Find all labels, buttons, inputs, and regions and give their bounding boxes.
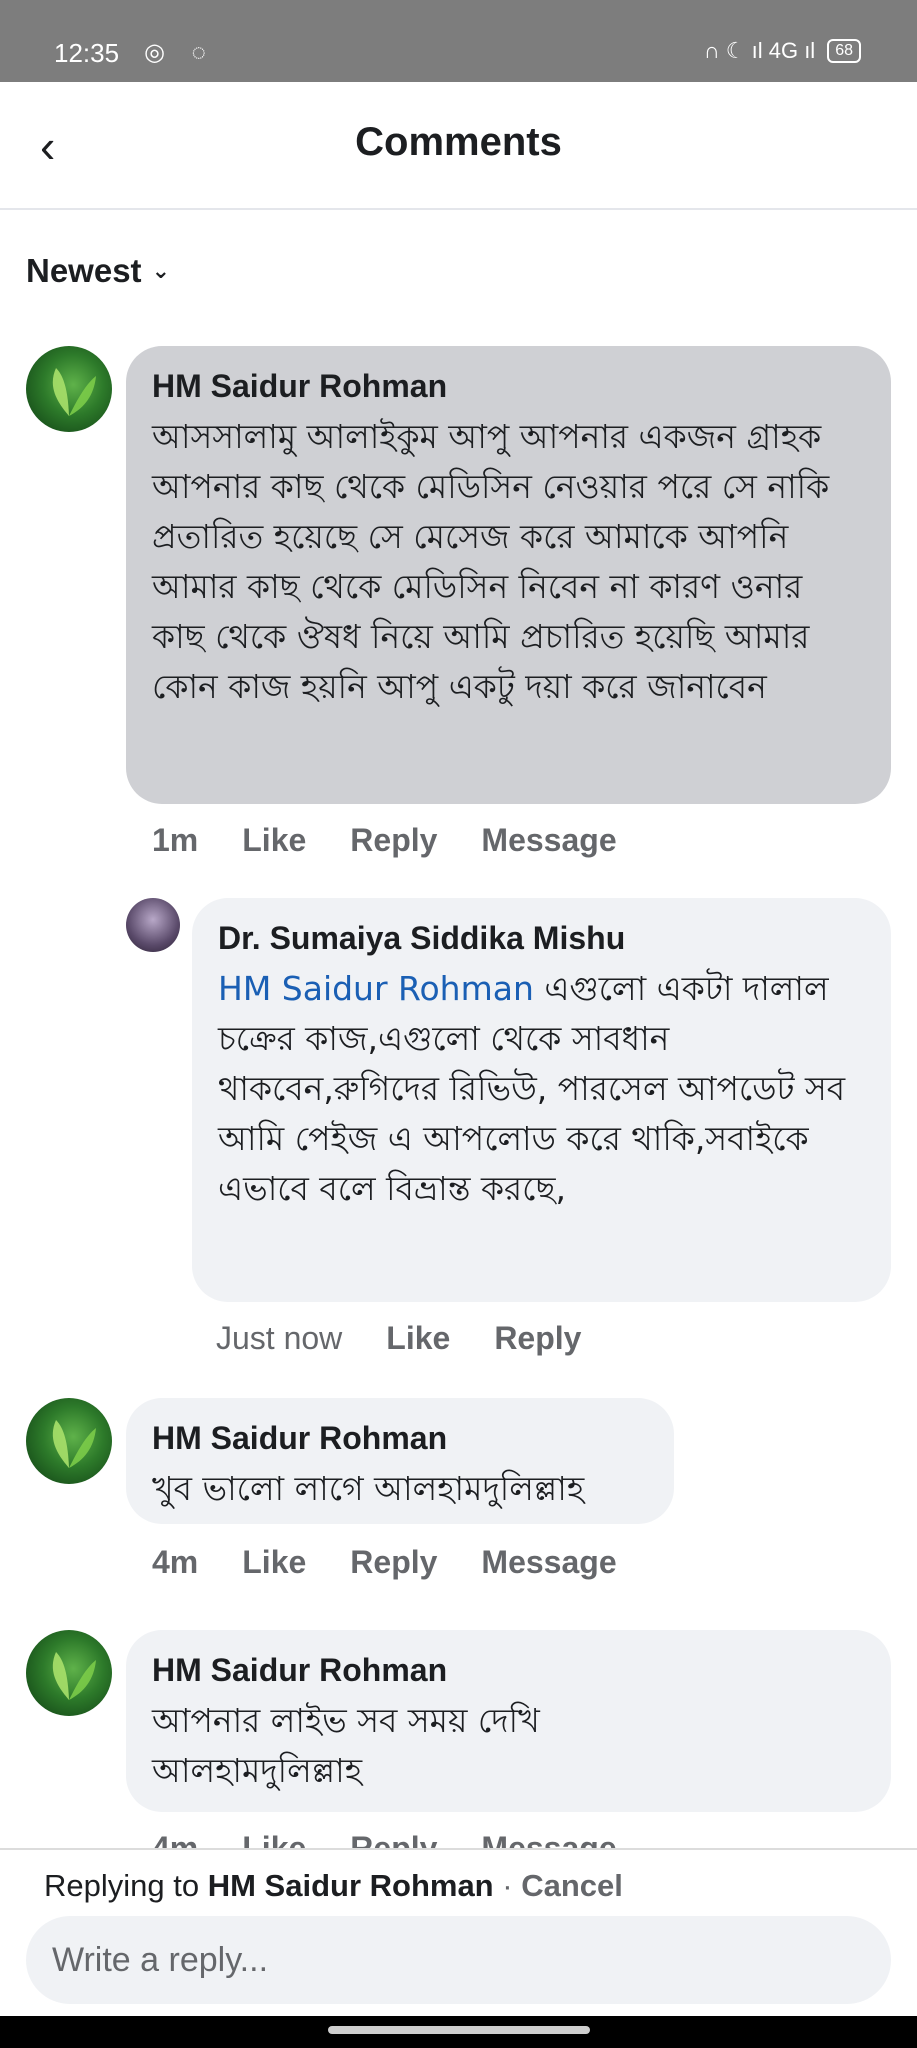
status-bar: 12:35 ◎ ◌ ∩ ☾ ıl 4G ıl 68 [0, 0, 917, 82]
comment-author[interactable]: HM Saidur Rohman [152, 1650, 865, 1690]
like-button[interactable]: Like [242, 1544, 306, 1581]
home-indicator[interactable] [328, 2026, 590, 2034]
message-button[interactable]: Message [481, 1830, 616, 1848]
comment-time: Just now [216, 1320, 343, 1356]
comment-actions: Just now Like Reply [216, 1320, 581, 1357]
replying-prefix: Replying to [44, 1868, 208, 1903]
avatar[interactable] [26, 1398, 112, 1484]
avatar[interactable] [26, 346, 112, 432]
comment-author[interactable]: HM Saidur Rohman [152, 1418, 648, 1458]
header: ‹ Comments [0, 82, 917, 210]
reply-button[interactable]: Reply [494, 1320, 581, 1357]
comment-time: 1m [152, 822, 199, 858]
comment-bubble: HM Saidur Rohman আসসালামু আলাইকুম আপু আপ… [126, 346, 891, 804]
reply-input[interactable] [26, 1916, 891, 2004]
cancel-reply-button[interactable]: Cancel [521, 1868, 623, 1903]
like-button[interactable]: Like [242, 822, 306, 859]
comment-bubble: HM Saidur Rohman আপনার লাইভ সব সময় দেখি… [126, 1630, 891, 1812]
reply-button[interactable]: Reply [350, 1544, 437, 1581]
sort-dropdown[interactable]: Newest ⌄ [26, 252, 170, 290]
sort-label: Newest [26, 252, 142, 289]
comment-author[interactable]: Dr. Sumaiya Siddika Mishu [218, 918, 865, 958]
like-button[interactable]: Like [386, 1320, 450, 1357]
battery-icon: 68 [827, 39, 861, 63]
avatar[interactable] [26, 1630, 112, 1716]
reply-button[interactable]: Reply [350, 1830, 437, 1848]
notification-icons: ◎ ◌ [144, 39, 216, 66]
reply-button[interactable]: Reply [350, 822, 437, 859]
comment-text: HM Saidur Rohman এগুলো একটা দালাল চক্রের… [218, 964, 865, 1214]
comment-time: 4m [152, 1544, 199, 1580]
system-nav-bar [0, 2016, 917, 2048]
comment-author[interactable]: HM Saidur Rohman [152, 366, 865, 406]
comment-actions: 1m Like Reply Message [152, 822, 617, 859]
reply-composer: Replying to HM Saidur Rohman · Cancel [0, 1848, 917, 2018]
comment-actions: 4m Like Reply Message [152, 1830, 617, 1848]
message-button[interactable]: Message [481, 1544, 616, 1581]
like-button[interactable]: Like [242, 1830, 306, 1848]
chevron-down-icon: ⌄ [151, 258, 170, 283]
mention-link[interactable]: HM Saidur Rohman [218, 969, 534, 1008]
message-button[interactable]: Message [481, 822, 616, 859]
comment-text: খুব ভালো লাগে আলহামদুলিল্লাহ [152, 1469, 585, 1508]
reply-bubble: Dr. Sumaiya Siddika Mishu HM Saidur Rohm… [192, 898, 891, 1302]
page-title: Comments [355, 120, 562, 164]
comment-text: আপনার লাইভ সব সময় দেখি আলহামদুলিল্লাহ [152, 1701, 540, 1790]
replying-to-label: Replying to HM Saidur Rohman · Cancel [44, 1868, 623, 1904]
system-icons: ∩ ☾ ıl 4G ıl 68 [704, 38, 861, 64]
avatar[interactable] [126, 898, 180, 952]
comment-bubble: HM Saidur Rohman খুব ভালো লাগে আলহামদুলি… [126, 1398, 674, 1524]
signal-icons: ∩ ☾ ıl 4G ıl [703, 38, 816, 63]
comment-time: 4m [152, 1830, 199, 1848]
separator: · [493, 1868, 522, 1903]
replying-to-name: HM Saidur Rohman [207, 1868, 494, 1903]
comment-actions: 4m Like Reply Message [152, 1544, 617, 1581]
comment-text: আসসালামু আলাইকুম আপু আপনার একজন গ্রাহক আ… [152, 417, 830, 706]
status-time: 12:35 [54, 38, 120, 68]
